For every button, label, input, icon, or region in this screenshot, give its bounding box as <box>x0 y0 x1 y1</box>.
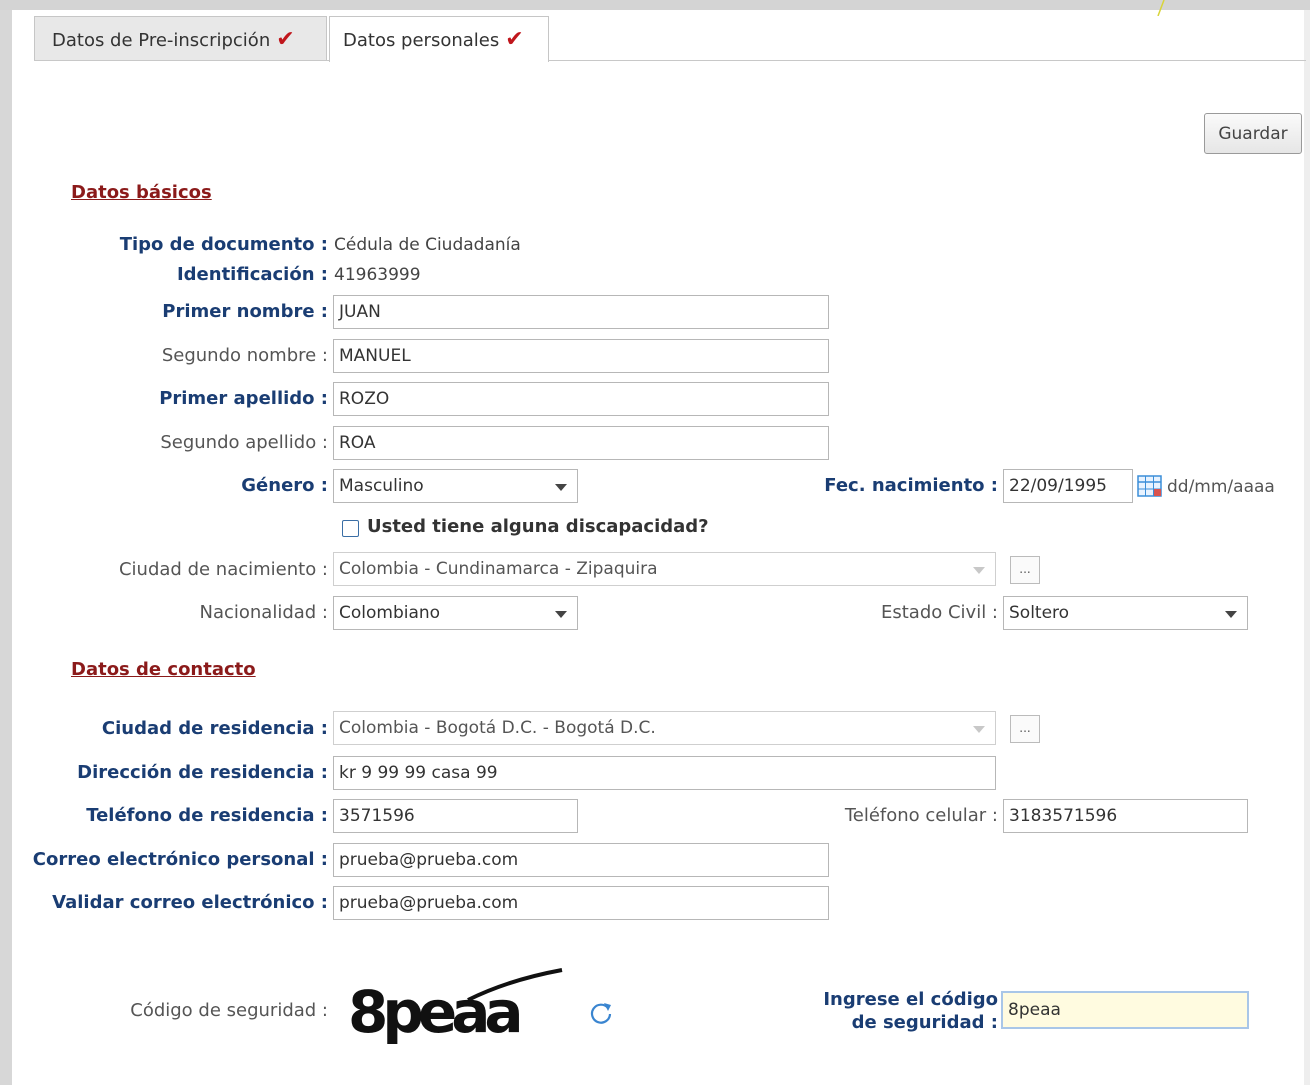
estado-civil-label: Estado Civil : <box>880 602 998 623</box>
telefono-residencia-label: Teléfono de residencia : <box>86 805 328 826</box>
captcha-input[interactable]: 8peaa <box>1001 991 1249 1029</box>
estado-civil-select[interactable]: Soltero <box>1003 596 1248 630</box>
tipo-documento-value: Cédula de Ciudadanía <box>334 235 521 255</box>
discapacidad-checkbox[interactable] <box>342 520 359 537</box>
ciudad-residencia-lookup-button[interactable]: ... <box>1010 715 1040 743</box>
fec-nacimiento-label: Fec. nacimiento : <box>824 475 998 496</box>
window-right-border <box>1304 10 1310 1085</box>
section-title-datos-basicos: Datos básicos <box>71 182 212 203</box>
validar-correo-label: Validar correo electrónico : <box>52 892 328 913</box>
primer-apellido-input[interactable]: ROZO <box>333 382 829 416</box>
fec-nacimiento-input[interactable]: 22/09/1995 <box>1003 469 1133 503</box>
chevron-down-icon <box>555 611 567 618</box>
identificacion-value: 41963999 <box>334 265 421 285</box>
direccion-label: Dirección de residencia : <box>77 762 328 783</box>
telefono-residencia-input[interactable]: 3571596 <box>333 799 578 833</box>
ciudad-residencia-value: Colombia - Bogotá D.C. - Bogotá D.C. <box>339 718 656 738</box>
direccion-input[interactable]: kr 9 99 99 casa 99 <box>333 756 996 790</box>
ingrese-codigo-label: Ingrese el código de seguridad : <box>823 988 998 1034</box>
primer-nombre-input[interactable]: JUAN <box>333 295 829 329</box>
ciudad-nacimiento-select[interactable]: Colombia - Cundinamarca - Zipaquira <box>333 552 996 586</box>
telefono-celular-input[interactable]: 3183571596 <box>1003 799 1248 833</box>
ciudad-residencia-label: Ciudad de residencia : <box>101 718 328 739</box>
section-title-datos-contacto: Datos de contacto <box>71 659 256 680</box>
tab-label: Datos de Pre-inscripción <box>52 30 271 51</box>
segundo-nombre-label: Segundo nombre : <box>161 345 328 366</box>
ingrese-codigo-label-line1: Ingrese el código <box>823 989 998 1010</box>
captcha-image: 8peaa <box>348 968 563 1046</box>
window-top-border <box>0 0 1310 10</box>
chevron-down-icon <box>973 567 985 574</box>
codigo-seguridad-label: Código de seguridad : <box>130 1000 328 1021</box>
window-left-border <box>0 10 12 1085</box>
genero-label: Género : <box>241 475 328 496</box>
calendar-icon[interactable] <box>1137 475 1162 497</box>
checkmark-icon: ✔ <box>505 27 524 52</box>
ciudad-nacimiento-lookup-button[interactable]: ... <box>1010 556 1040 584</box>
checkmark-icon: ✔ <box>276 27 295 52</box>
tipo-documento-label: Tipo de documento : <box>119 234 328 255</box>
segundo-apellido-label: Segundo apellido : <box>160 432 328 453</box>
nacionalidad-label: Nacionalidad : <box>199 602 328 623</box>
ingrese-codigo-label-line2: de seguridad : <box>851 1012 998 1033</box>
ciudad-residencia-select[interactable]: Colombia - Bogotá D.C. - Bogotá D.C. <box>333 711 996 745</box>
corner-accent-line <box>1157 0 1165 16</box>
segundo-apellido-input[interactable]: ROA <box>333 426 829 460</box>
ciudad-nacimiento-value: Colombia - Cundinamarca - Zipaquira <box>339 559 658 579</box>
validar-correo-input[interactable]: prueba@prueba.com <box>333 886 829 920</box>
chevron-down-icon <box>1225 611 1237 618</box>
correo-input[interactable]: prueba@prueba.com <box>333 843 829 877</box>
segundo-nombre-input[interactable]: MANUEL <box>333 339 829 373</box>
genero-selected-value: Masculino <box>339 476 424 496</box>
ciudad-nacimiento-label: Ciudad de nacimiento : <box>118 559 328 580</box>
nacionalidad-value: Colombiano <box>339 603 441 623</box>
estado-civil-value: Soltero <box>1009 603 1070 623</box>
genero-select[interactable]: Masculino <box>333 469 578 503</box>
tab-datos-preinscripcion[interactable]: Datos de Pre-inscripción ✔ <box>34 16 327 60</box>
identificacion-label: Identificación : <box>176 264 328 285</box>
save-button[interactable]: Guardar <box>1204 113 1302 154</box>
correo-label: Correo electrónico personal : <box>32 849 328 870</box>
refresh-icon[interactable] <box>588 1000 614 1026</box>
telefono-celular-label: Teléfono celular : <box>844 805 998 826</box>
tab-label: Datos personales <box>343 30 500 51</box>
chevron-down-icon <box>555 484 567 491</box>
date-format-hint: dd/mm/aaaa <box>1167 477 1275 497</box>
nacionalidad-select[interactable]: Colombiano <box>333 596 578 630</box>
discapacidad-label: Usted tiene alguna discapacidad? <box>367 516 709 537</box>
primer-apellido-label: Primer apellido : <box>159 388 328 409</box>
chevron-down-icon <box>973 726 985 733</box>
tab-datos-personales[interactable]: Datos personales ✔ <box>329 16 549 62</box>
primer-nombre-label: Primer nombre : <box>162 301 328 322</box>
